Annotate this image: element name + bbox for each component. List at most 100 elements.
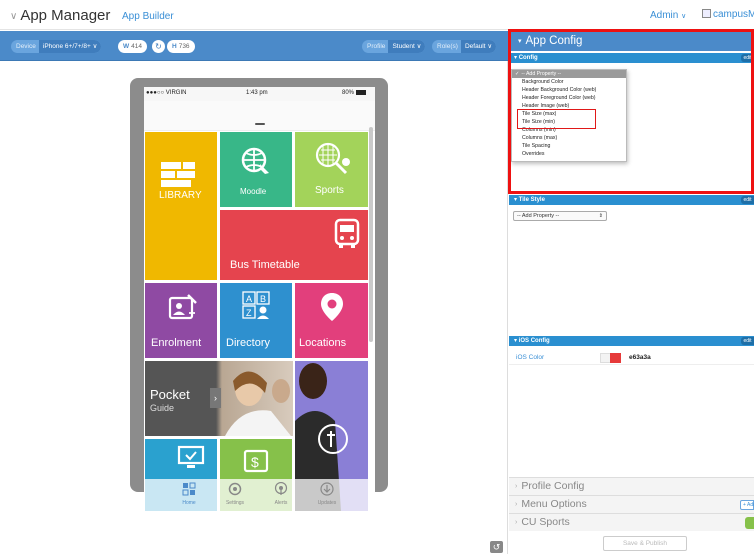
menu-options-section[interactable]: ›Menu Options + Add	[509, 495, 754, 513]
dropdown-option[interactable]: Columns (max)	[512, 134, 626, 142]
chevron-right-icon[interactable]: ›	[210, 388, 221, 408]
device-select[interactable]: Device iPhone 6+/7+/8+ ∨	[11, 40, 102, 53]
width-key: W	[123, 43, 130, 50]
brand-label: campusM	[713, 9, 754, 20]
tennis-racket-icon	[315, 142, 350, 175]
dropdown-option[interactable]: Header Image (web)	[512, 102, 626, 110]
brand-menu[interactable]: campusM∨	[702, 9, 754, 20]
chevron-down-icon: ▾	[518, 38, 522, 45]
add-property-dropdown[interactable]: ✓ -- Add Property -- Background Color Hea…	[511, 69, 627, 162]
profile-key: Profile	[367, 43, 386, 50]
roles-key: Role(s)	[437, 43, 458, 50]
tab-alerts[interactable]: Alerts	[258, 479, 304, 511]
select-arrows-icon: ⇕	[598, 213, 603, 219]
restore-icon[interactable]: ↺	[490, 541, 503, 553]
tile-moodle-label: Moodle	[240, 187, 267, 196]
tile-enrolment[interactable]: Enrolment	[145, 283, 217, 358]
bus-icon	[334, 218, 360, 248]
app-config-header[interactable]: ▾ App Config	[509, 31, 754, 51]
tile-pocket-subtitle: Guide	[150, 403, 175, 413]
height-field[interactable]: H 736	[167, 40, 195, 53]
tile-enrolment-label: Enrolment	[151, 337, 202, 349]
tile-bus-label: Bus Timetable	[230, 259, 300, 271]
tab-home[interactable]: Home	[166, 479, 212, 511]
app-manager-title[interactable]: ∨ App Manager	[10, 7, 110, 24]
add-menu-option-button[interactable]: + Add	[740, 500, 754, 510]
broadcast-icon	[274, 482, 288, 495]
width-field[interactable]: W 414	[118, 40, 147, 53]
tile-sports[interactable]: Sports	[295, 132, 368, 207]
phone-tab-bar: Home Settings Alerts Updates	[144, 479, 375, 511]
device-key: Device	[16, 43, 36, 50]
dropdown-option[interactable]: ✓ -- Add Property --	[512, 70, 626, 78]
enrolment-icon	[168, 294, 197, 320]
tile-library-label: LIBRARY	[159, 190, 202, 201]
rotate-icon[interactable]: ↻	[152, 40, 165, 53]
svg-text:Z: Z	[246, 308, 252, 318]
tab-settings[interactable]: Settings	[212, 479, 258, 511]
height-key: H	[172, 43, 177, 50]
color-swatch[interactable]	[610, 353, 621, 363]
tile-style-edit-button[interactable]: edit	[741, 196, 754, 204]
tile-directory[interactable]: A B Z Directory	[220, 283, 292, 358]
chevron-down-icon: ▾	[514, 55, 518, 61]
tab-updates-label: Updates	[317, 500, 337, 506]
dropdown-option[interactable]: Header Foreground Color (web)	[512, 94, 626, 102]
roles-select[interactable]: Role(s) Default ∨	[432, 40, 497, 53]
cu-sports-section[interactable]: › CU Sports	[509, 513, 754, 531]
app-header	[144, 101, 375, 131]
chevron-right-icon: ›	[515, 483, 518, 490]
pocket-guide-photo	[225, 371, 291, 436]
dropdown-option[interactable]: Tile Size (max)	[512, 110, 626, 118]
dropdown-option[interactable]: Overrides	[512, 150, 626, 158]
dropdown-option[interactable]: Tile Size (min)	[512, 118, 626, 126]
dropdown-option[interactable]: Columns (min)	[512, 126, 626, 134]
admin-menu[interactable]: Admin ∨	[650, 10, 686, 21]
svg-text:A: A	[246, 294, 252, 304]
preview-toolbar: Device iPhone 6+/7+/8+ ∨ W 414 ↻ H 736 Prof…	[0, 31, 508, 61]
profile-select[interactable]: Profile Student ∨	[362, 40, 426, 53]
tile-style-add-property-select[interactable]: -- Add Property -- ⇕	[513, 211, 607, 221]
app-builder-link[interactable]: App Builder	[122, 11, 174, 22]
dropdown-option[interactable]: Background Color	[512, 78, 626, 86]
grid-icon	[182, 482, 196, 496]
ios-color-value[interactable]: e63a3a	[629, 354, 651, 361]
tab-alerts-label: Alerts	[274, 500, 288, 506]
phone-scrollbar[interactable]	[369, 127, 373, 342]
dropdown-option[interactable]: Tile Spacing	[512, 142, 626, 150]
ios-config-edit-button[interactable]: edit	[741, 337, 754, 345]
directory-icon: A B Z	[242, 291, 270, 319]
save-publish-button[interactable]: Save & Publish	[603, 536, 687, 551]
tab-updates[interactable]: Updates	[304, 479, 350, 511]
tile-moodle[interactable]: Moodle	[220, 132, 292, 207]
map-pin-icon	[321, 293, 343, 321]
tile-sports-label: Sports	[315, 185, 344, 196]
tile-style-header[interactable]: ▾ Tile Style edit	[509, 195, 754, 205]
roles-value: Default	[464, 43, 486, 50]
profile-config-section[interactable]: › Profile Config	[509, 477, 754, 495]
tile-bus-timetable[interactable]: Bus Timetable	[220, 210, 368, 280]
checkmark-icon: ✓	[515, 71, 520, 77]
chevron-right-icon: ›	[515, 519, 518, 526]
tile-pocket-guide[interactable]: › Pocket Guide	[145, 361, 293, 436]
config-edit-button[interactable]: edit	[741, 54, 754, 62]
config-section-header[interactable]: ▾ Config edit	[509, 53, 754, 63]
wallet-icon: $	[243, 449, 269, 473]
dropdown-option[interactable]: Header Background Color (web)	[512, 86, 626, 94]
cu-sports-action-button[interactable]	[745, 517, 754, 529]
chevron-right-icon: ›	[515, 501, 518, 508]
config-label: Config	[518, 55, 538, 61]
monitor-icon	[177, 445, 205, 468]
phone-screen: ●●●○○ VIRGIN 1:43 pm 80% LIBRARY Moodle …	[144, 87, 375, 511]
ios-config-header[interactable]: ▾ iOS Config edit	[509, 336, 754, 346]
tile-directory-label: Directory	[226, 337, 271, 349]
svg-text:$: $	[251, 454, 259, 470]
admin-label: Admin	[650, 10, 679, 21]
profile-config-label: Profile Config	[521, 480, 585, 492]
carrier-label: ●●●○○ VIRGIN	[146, 90, 187, 96]
tile-locations[interactable]: Locations	[295, 283, 368, 358]
tile-library[interactable]: LIBRARY	[145, 132, 217, 280]
tile-style-label: Tile Style	[518, 197, 545, 203]
download-icon	[320, 482, 334, 496]
menu-options-label: Menu Options	[521, 498, 587, 510]
